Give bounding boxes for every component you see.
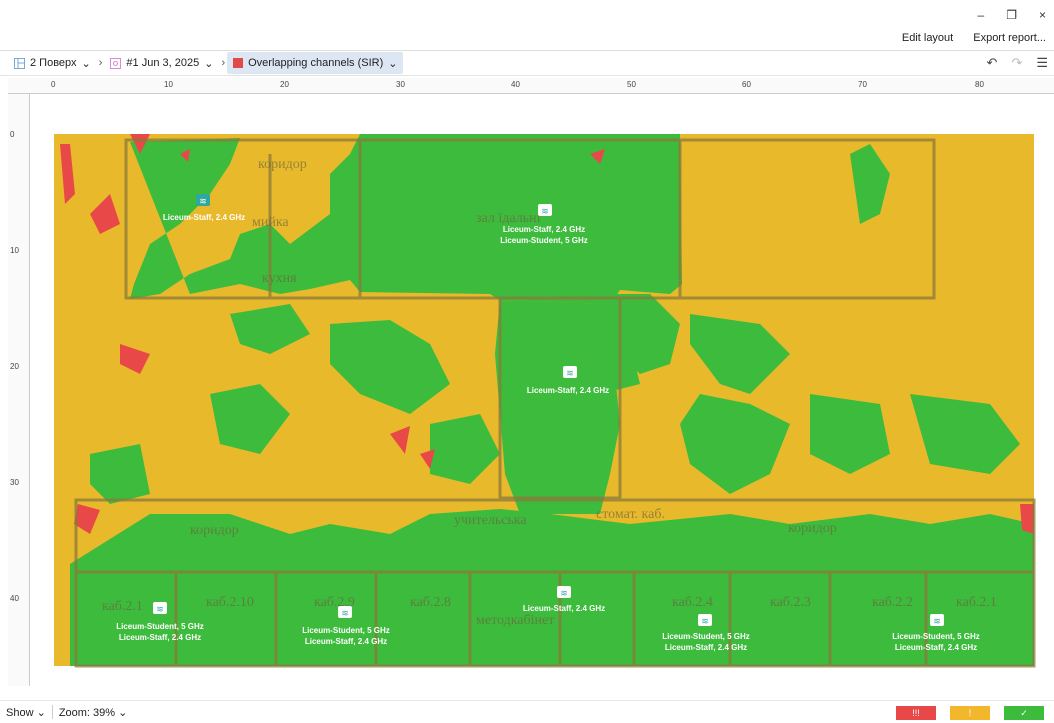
ruler-x-label: 20 <box>280 80 289 89</box>
chevron-down-icon: ⌄ <box>81 57 91 70</box>
edit-layout-button[interactable]: Edit layout <box>902 32 953 44</box>
zoom-dropdown[interactable]: Zoom: 39% ⌄ <box>53 706 134 719</box>
chevron-down-icon: ⌄ <box>204 57 214 70</box>
show-dropdown[interactable]: Show ⌄ <box>0 706 52 719</box>
ruler-x-label: 10 <box>164 80 173 89</box>
room-label: мийка <box>252 215 289 230</box>
wifi-icon: ≋ <box>933 616 941 626</box>
toolbar-actions: ↶ ↷ ☰ <box>987 55 1048 71</box>
room-label: учительська <box>454 513 527 528</box>
room-label: каб.2.3 <box>770 595 811 610</box>
ap-label: Liceum-Staff, 2.4 GHz <box>527 386 609 395</box>
ruler-x-label: 70 <box>858 80 867 89</box>
wifi-icon: ≋ <box>156 604 164 614</box>
room-label: каб.2.2 <box>872 595 913 610</box>
visualization-selector[interactable]: Overlapping channels (SIR) ⌄ <box>227 52 404 74</box>
survey-label: #1 Jun 3, 2025 <box>126 57 200 69</box>
room-label: каб.2.1 <box>956 595 997 610</box>
minimize-button[interactable]: – <box>978 8 985 22</box>
chevron-right-icon: › <box>98 57 103 69</box>
ruler-y-label: 20 <box>10 362 19 371</box>
ap-label: Liceum-Student, 5 GHz <box>892 632 980 641</box>
floor-plan-icon <box>14 57 25 69</box>
wifi-icon: ≋ <box>541 206 549 216</box>
ap-label: Liceum-Staff, 2.4 GHz <box>119 633 201 642</box>
floor-plan-canvas[interactable]: коридор мийка кухня зал їдальні коридор … <box>30 94 1054 686</box>
bad-filter-button[interactable]: !!! <box>896 706 936 720</box>
ap-label: Liceum-Staff, 2.4 GHz <box>503 225 585 234</box>
visualization-label: Overlapping channels (SIR) <box>248 57 384 69</box>
good-filter-button[interactable]: ✓ <box>1004 706 1044 720</box>
wifi-icon: ≋ <box>199 196 207 206</box>
ruler-x-label: 0 <box>51 80 56 89</box>
sir-legend-buttons: !!! ! ✓ <box>896 706 1044 720</box>
ap-label: Liceum-Staff, 2.4 GHz <box>895 643 977 652</box>
room-label: методкабінет <box>476 613 554 628</box>
room-label: коридор <box>788 521 837 536</box>
ap-label: Liceum-Student, 5 GHz <box>662 632 750 641</box>
ruler-x-label: 60 <box>742 80 751 89</box>
undo-icon[interactable]: ↶ <box>987 55 998 71</box>
wifi-icon: ≋ <box>701 616 709 626</box>
room-label: зал їдальні <box>476 211 541 226</box>
window-controls: – ❐ × <box>978 8 1046 22</box>
ap-label: Liceum-Student, 5 GHz <box>116 622 204 631</box>
top-actions: Edit layout Export report... <box>902 32 1046 44</box>
ruler-horizontal: 0 10 20 30 40 50 60 70 80 <box>8 78 1054 94</box>
room-label: коридор <box>190 523 239 538</box>
ap-label: Liceum-Student, 5 GHz <box>500 236 588 245</box>
ap-label: Liceum-Staff, 2.4 GHz <box>523 604 605 613</box>
ruler-x-label: 30 <box>396 80 405 89</box>
room-label: каб.2.8 <box>410 595 451 610</box>
ruler-y-label: 30 <box>10 478 19 487</box>
export-report-button[interactable]: Export report... <box>973 32 1046 44</box>
ap-label: Liceum-Staff, 2.4 GHz <box>163 213 245 222</box>
heatmap-svg: коридор мийка кухня зал їдальні коридор … <box>54 134 1036 668</box>
wifi-icon: ≋ <box>341 608 349 618</box>
room-label: каб.2.10 <box>206 595 254 610</box>
survey-icon <box>110 57 122 69</box>
close-button[interactable]: × <box>1039 8 1046 22</box>
ruler-y-label: 40 <box>10 594 19 603</box>
floor-selector[interactable]: 2 Поверх ⌄ <box>8 52 97 74</box>
wifi-icon: ≋ <box>560 588 568 598</box>
ap-label: Liceum-Staff, 2.4 GHz <box>665 643 747 652</box>
show-label: Show <box>6 706 34 719</box>
room-label: каб.2.4 <box>672 595 713 610</box>
breadcrumb: 2 Поверх ⌄ › #1 Jun 3, 2025 ⌄ › Overlapp… <box>0 50 1054 76</box>
room-label: коридор <box>258 157 307 172</box>
medium-filter-button[interactable]: ! <box>950 706 990 720</box>
ruler-y-label: 10 <box>10 246 19 255</box>
wifi-icon: ≋ <box>566 368 574 378</box>
chevron-right-icon: › <box>221 57 226 69</box>
title-bar: – ❐ × Edit layout Export report... <box>0 0 1054 50</box>
ap-label: Liceum-Student, 5 GHz <box>302 626 390 635</box>
ruler-y-label: 0 <box>10 130 15 139</box>
ap-label: Liceum-Staff, 2.4 GHz <box>305 637 387 646</box>
ruler-vertical: 0 10 20 30 40 <box>8 94 30 686</box>
survey-selector[interactable]: #1 Jun 3, 2025 ⌄ <box>104 52 219 74</box>
room-label: каб.2.1 <box>102 599 143 614</box>
room-label: кухня <box>262 271 297 286</box>
restore-button[interactable]: ❐ <box>1006 8 1017 22</box>
ruler-x-label: 50 <box>627 80 636 89</box>
status-bar: Show ⌄ Zoom: 39% ⌄ !!! ! ✓ <box>0 700 1054 723</box>
zoom-label: Zoom: 39% <box>58 706 116 719</box>
settings-sliders-icon[interactable]: ☰ <box>1036 55 1048 71</box>
redo-icon[interactable]: ↷ <box>1011 55 1022 71</box>
ruler-x-label: 80 <box>975 80 984 89</box>
sir-color-icon <box>233 58 244 68</box>
room-label: стомат. каб. <box>596 507 665 522</box>
floor-label: 2 Поверх <box>30 57 77 69</box>
chevron-down-icon: ⌄ <box>388 57 398 70</box>
ruler-x-label: 40 <box>511 80 520 89</box>
